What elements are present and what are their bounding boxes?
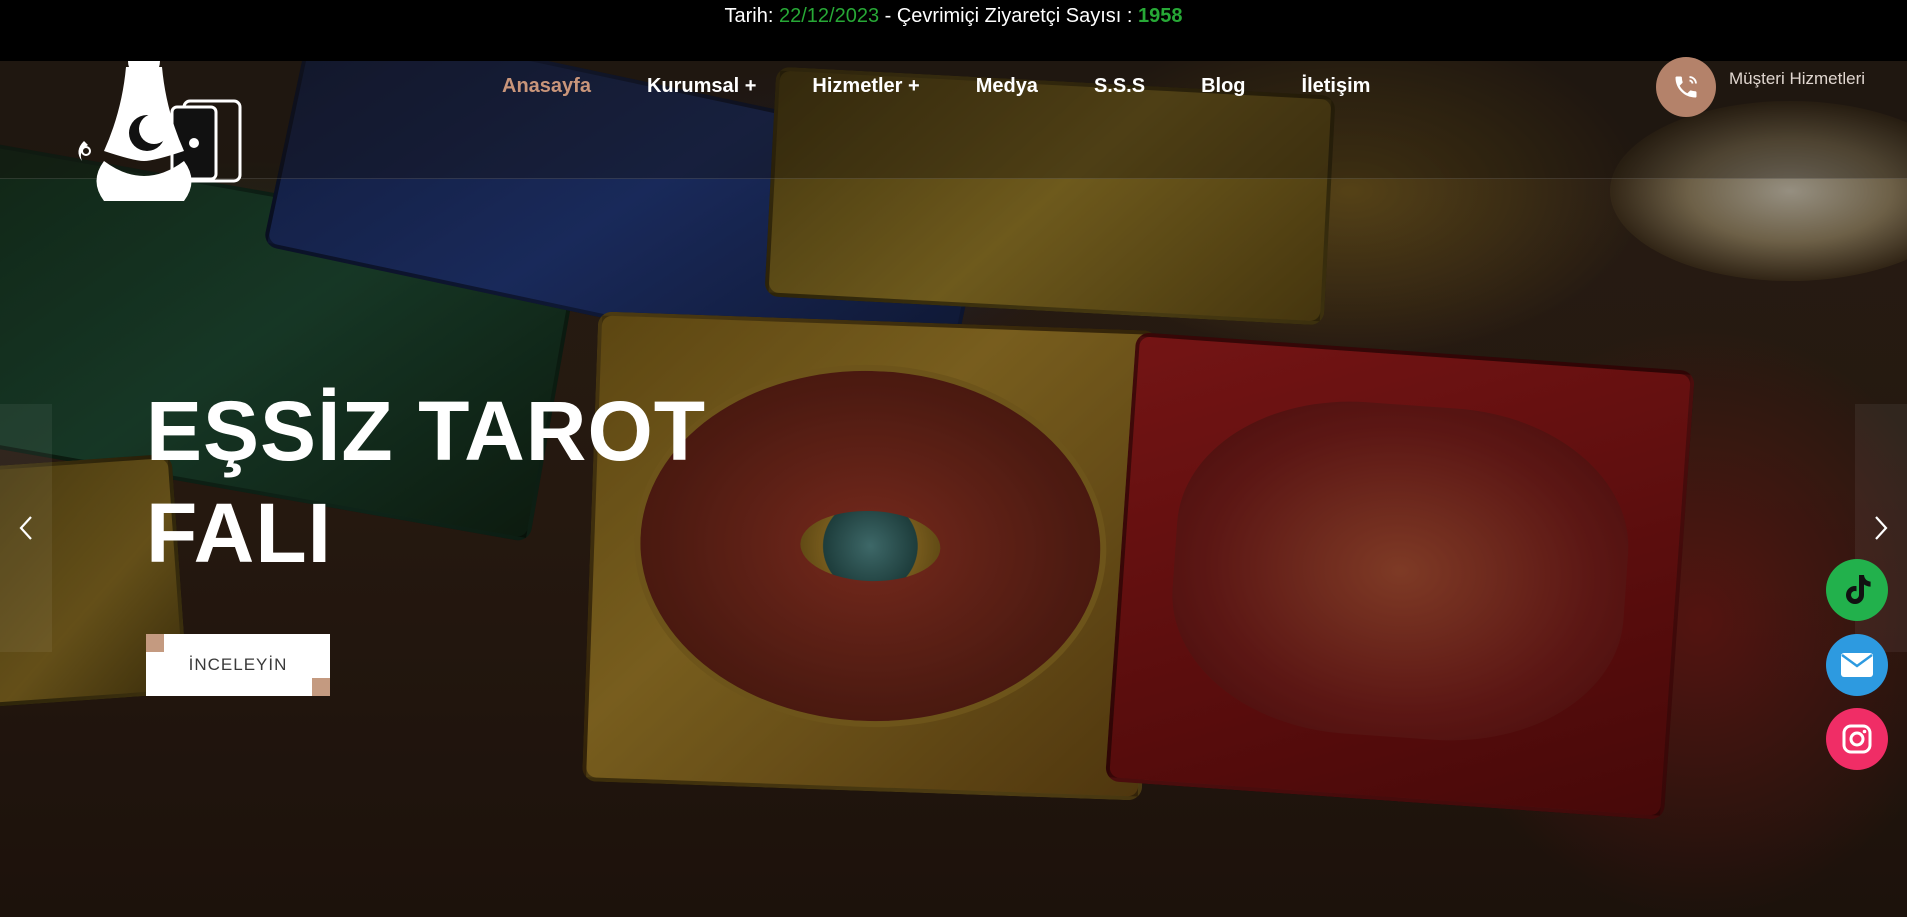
tiktok-icon [1846,575,1871,604]
visitors-label: - Çevrimiçi Ziyaretçi Sayısı : [879,5,1138,27]
phone-icon[interactable] [1656,57,1716,117]
button-corner-accent [312,678,330,696]
top-info-bar: Tarih: 22/12/2023 - Çevrimiçi Ziyaretçi … [0,0,1907,61]
nav-item-anasayfa[interactable]: Anasayfa [502,75,591,98]
instagram-button[interactable] [1826,708,1888,770]
hero-title-line-1: EŞSİZ TAROT [146,384,707,478]
tiktok-button[interactable] [1826,559,1888,621]
nav-item-blog[interactable]: Blog [1201,75,1245,98]
mail-icon [1841,653,1873,677]
slider-prev-button[interactable] [0,404,52,652]
inceleyin-label: İNCELEYİN [188,655,288,674]
nav-item-hizmetler[interactable]: Hizmetler + [812,75,919,98]
mail-button[interactable] [1826,634,1888,696]
main-menu: Anasayfa Kurumsal + Hizmetler + Medya S.… [502,75,1426,98]
inceleyin-button[interactable]: İNCELEYİN [146,634,330,696]
hero-title: EŞSİZ TAROT FALI [146,380,846,584]
nav-item-medya[interactable]: Medya [976,75,1038,98]
visitors-count: 1958 [1138,5,1183,27]
instagram-icon [1842,724,1872,754]
main-navigation: Anasayfa Kurumsal + Hizmetler + Medya S.… [0,21,1907,201]
hero-title-line-2: FALI [146,486,332,580]
nav-item-sss[interactable]: S.S.S [1094,75,1145,98]
support-label[interactable]: Müşteri Hizmetleri [1729,69,1865,89]
chevron-right-icon [1875,516,1888,540]
date-value: 22/12/2023 [778,5,880,27]
date-label: Tarih: [724,5,774,27]
button-corner-accent [146,634,164,652]
chevron-left-icon [19,516,32,540]
nav-item-iletisim[interactable]: İletişim [1302,75,1371,98]
nav-item-kurumsal[interactable]: Kurumsal + [647,75,756,98]
customer-support[interactable]: Müşteri Hizmetleri [1656,57,1865,117]
